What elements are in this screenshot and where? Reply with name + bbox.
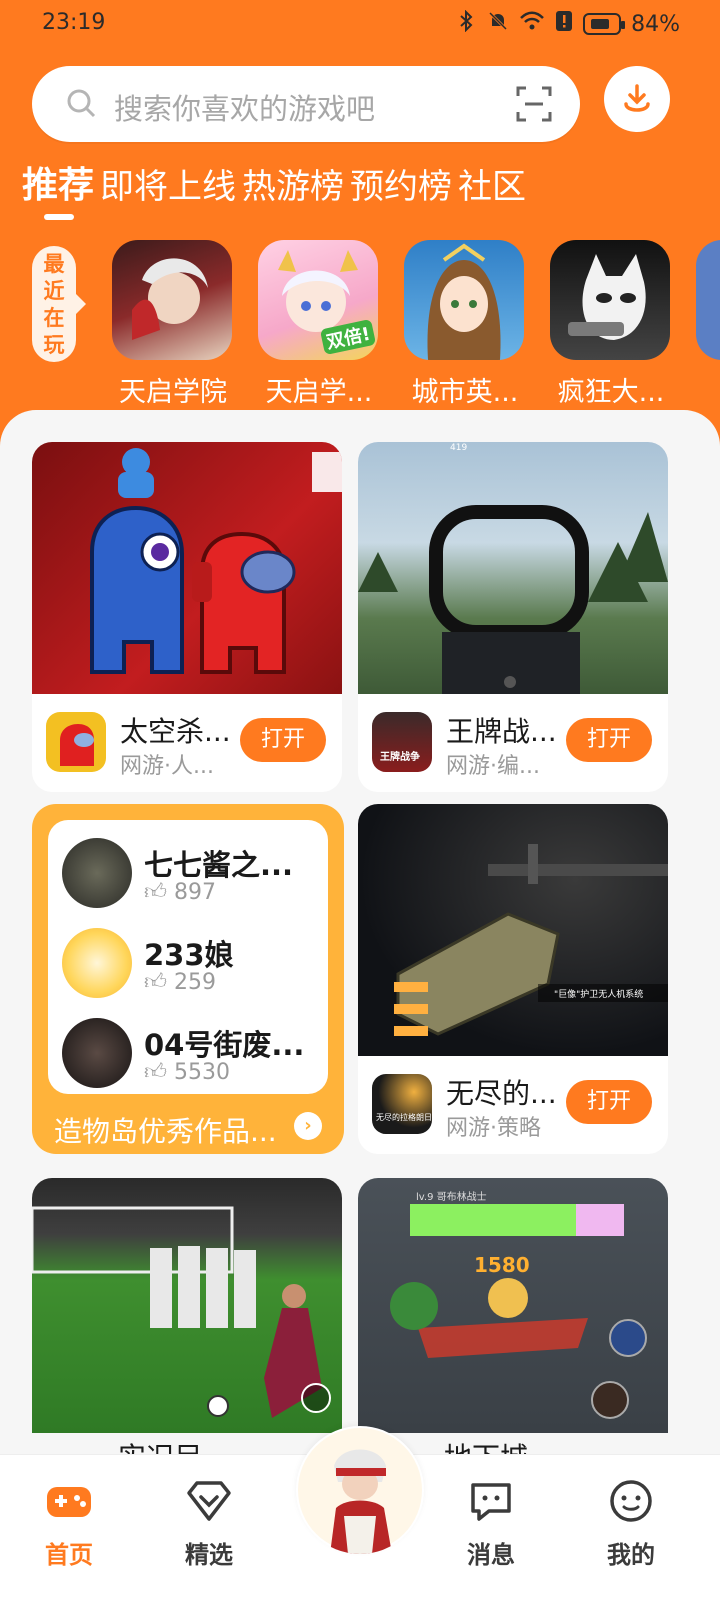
smiley-icon xyxy=(610,1480,652,1522)
search-placeholder: 搜索你喜欢的游戏吧 xyxy=(114,92,376,126)
game-name: 天启学... xyxy=(265,377,373,408)
game-banner: 419 xyxy=(358,442,668,694)
battery-icon xyxy=(583,13,626,35)
nav-featured[interactable]: 精选 xyxy=(164,1477,254,1570)
scan-icon[interactable] xyxy=(514,84,554,124)
game-card[interactable]: 太空杀... 网游·人... 打开 xyxy=(32,442,342,792)
svg-text:无尽的拉格朗日: 无尽的拉格朗日 xyxy=(376,1112,432,1122)
game-icon xyxy=(112,240,232,360)
work-likes: 👍︎ 259 xyxy=(144,970,216,995)
svg-text:王牌战争: 王牌战争 xyxy=(380,750,420,763)
battery-percent: 84% xyxy=(631,11,680,37)
search-bar[interactable]: 搜索你喜欢的游戏吧 xyxy=(32,66,580,142)
app-icon: 无尽的拉格朗日 xyxy=(372,1074,432,1134)
heart-diamond-icon xyxy=(187,1481,231,1521)
card-subtitle: 网游·人... xyxy=(120,754,214,779)
bluetooth-icon xyxy=(457,9,477,38)
game-icon xyxy=(404,240,524,360)
character-avatar-icon xyxy=(298,1428,422,1554)
status-bar: 23:19 84% xyxy=(0,0,720,48)
game-icon xyxy=(696,240,720,360)
fps-hud-text: 419 xyxy=(450,443,467,453)
app-icon xyxy=(46,712,106,772)
work-item[interactable]: 七七酱之... 👍︎ 897 xyxy=(62,838,318,910)
game-name: 城市英... xyxy=(411,377,519,408)
recent-game[interactable]: 疯狂大... xyxy=(550,240,672,409)
game-name: 疯狂大... xyxy=(557,377,665,408)
work-likes: 👍︎ 897 xyxy=(144,880,216,905)
game-icon: 双倍! xyxy=(258,240,378,360)
tab-indicator xyxy=(44,214,74,220)
card-title: 无尽的... xyxy=(446,1077,557,1110)
work-likes: 👍︎ 5530 xyxy=(144,1060,230,1085)
open-button[interactable]: 打开 xyxy=(566,718,652,762)
tab-recommend[interactable]: 推荐 xyxy=(22,156,94,208)
recent-games-row: 天启学院 双倍! 天启学... 城市英... 疯狂大... xyxy=(112,240,720,409)
tab-community[interactable]: 社区 xyxy=(458,159,526,208)
game-name: 天启学院 xyxy=(119,377,227,408)
card-info: 王牌战争 王牌战... 网游·编... 打开 xyxy=(358,694,668,792)
recent-game[interactable]: 双倍! 天启学... xyxy=(258,240,380,409)
game-card[interactable]: 419 王牌战争 王牌战... 网游·编... 打开 xyxy=(358,442,668,792)
open-button[interactable]: 打开 xyxy=(240,718,326,762)
gamepad-icon xyxy=(47,1487,91,1517)
mute-bell-icon xyxy=(487,10,509,38)
message-icon xyxy=(471,1483,511,1521)
game-card-rpg[interactable]: lv.9 哥布林战士 1580 xyxy=(358,1178,668,1433)
app-icon: 王牌战争 xyxy=(372,712,432,772)
card-title: 太空杀... xyxy=(120,715,231,748)
card-subtitle: 网游·编... xyxy=(446,754,540,779)
nav-profile[interactable]: 我的 xyxy=(586,1477,676,1570)
like-icon: 👍︎ xyxy=(144,970,167,995)
work-thumbnail xyxy=(62,1018,132,1088)
recent-game[interactable]: 天启学院 xyxy=(112,240,234,409)
status-time: 23:19 xyxy=(42,10,106,35)
game-icon xyxy=(550,240,670,360)
card-title: 王牌战... xyxy=(446,715,557,748)
recent-played-label: 最近在玩 xyxy=(32,246,86,362)
nav-center-avatar[interactable] xyxy=(296,1426,424,1554)
game-card[interactable]: "巨像"护卫无人机系统 无尽的拉格朗日 无尽的... 网游·策略 打开 xyxy=(358,804,668,1154)
card-info: 无尽的拉格朗日 无尽的... 网游·策略 打开 xyxy=(358,1056,668,1154)
download-button[interactable] xyxy=(604,66,670,132)
creation-island-works[interactable]: 七七酱之... 👍︎ 897 233娘 👍︎ 259 04号街废... 👍︎ 5… xyxy=(32,804,344,1154)
game-banner xyxy=(32,442,342,694)
open-button[interactable]: 打开 xyxy=(566,1080,652,1124)
works-footer: 造物岛优秀作品... xyxy=(54,1115,277,1148)
search-icon xyxy=(67,89,96,118)
game-banner: "巨像"护卫无人机系统 xyxy=(358,804,668,1056)
recent-game[interactable]: 城市英... xyxy=(404,240,526,409)
tab-reserve[interactable]: 预约榜 xyxy=(350,159,452,208)
work-thumbnail xyxy=(62,838,132,908)
card-info: 太空杀... 网游·人... 打开 xyxy=(32,694,342,792)
recent-game-partial[interactable] xyxy=(696,240,720,409)
like-icon: 👍︎ xyxy=(144,1060,167,1085)
work-thumbnail xyxy=(62,928,132,998)
game-card-soccer[interactable] xyxy=(32,1178,342,1433)
alert-icon xyxy=(555,10,573,38)
nav-messages[interactable]: 消息 xyxy=(446,1477,536,1570)
category-tabs: 推荐 即将上线 热游榜 预约榜 社区 xyxy=(22,158,532,208)
like-icon: 👍︎ xyxy=(144,880,167,905)
space-caption: "巨像"护卫无人机系统 xyxy=(554,988,643,1000)
wifi-icon xyxy=(519,10,545,38)
svg-text:1580: 1580 xyxy=(474,1253,530,1277)
works-list: 七七酱之... 👍︎ 897 233娘 👍︎ 259 04号街废... 👍︎ 5… xyxy=(48,820,328,1094)
card-subtitle: 网游·策略 xyxy=(446,1116,541,1141)
tab-hot[interactable]: 热游榜 xyxy=(242,159,344,208)
nav-home[interactable]: 首页 xyxy=(24,1477,114,1570)
work-item[interactable]: 04号街废... 👍︎ 5530 xyxy=(62,1018,318,1090)
work-item[interactable]: 233娘 👍︎ 259 xyxy=(62,928,318,1000)
download-icon xyxy=(624,84,650,112)
svg-text:lv.9 哥布林战士: lv.9 哥布林战士 xyxy=(416,1190,487,1203)
chevron-right-icon[interactable]: › xyxy=(294,1112,322,1140)
tab-upcoming[interactable]: 即将上线 xyxy=(100,159,236,208)
